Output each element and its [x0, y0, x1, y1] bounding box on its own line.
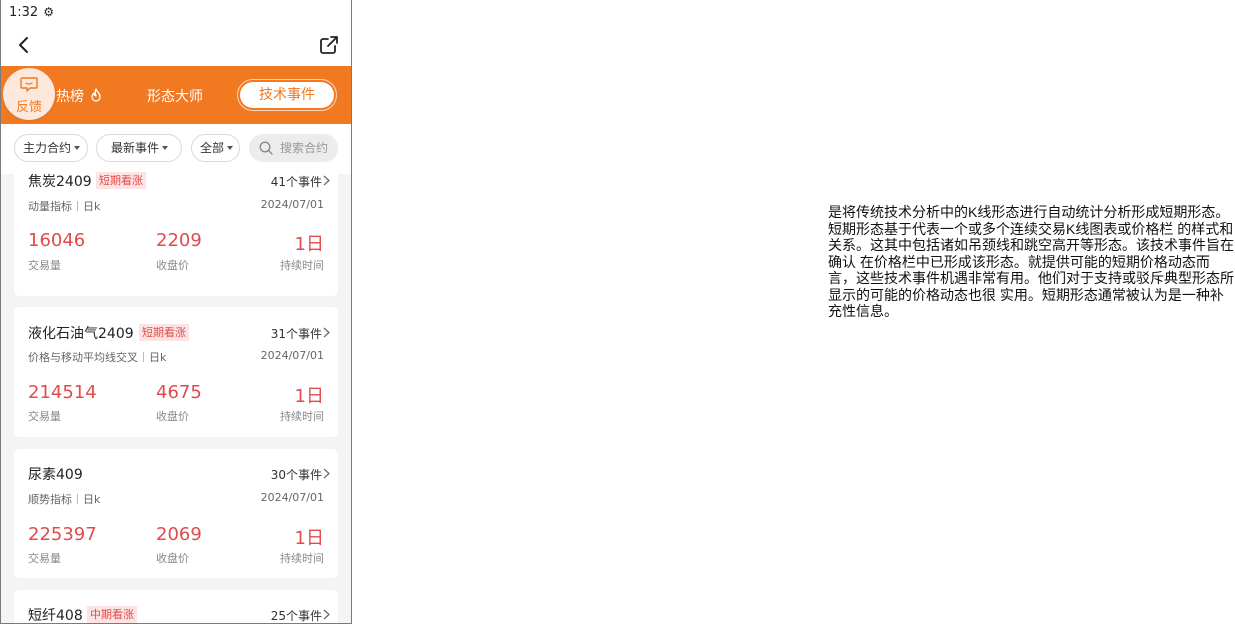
duration-value: 1日 [294, 386, 324, 407]
volume-value: 214514 [28, 382, 97, 403]
volume-value: 16046 [28, 230, 86, 251]
chat-icon [20, 77, 38, 92]
phone-screen: 1:32 ⚙ 热榜 形态大师 技术事件 反馈 主力合约 最新事件 全部 搜索合约… [0, 0, 352, 624]
main-contract-label: 主力合约 [23, 141, 72, 155]
indicator-name: 顺势指标 [28, 493, 72, 506]
volume-label: 交易量 [28, 259, 61, 272]
close-value: 2209 [156, 230, 202, 251]
contract-name: 尿素409 [28, 467, 83, 483]
indicator-name: 价格与移动平均线交叉 [28, 351, 138, 364]
search-placeholder: 搜索合约 [280, 141, 329, 155]
tab-hot-list[interactable]: 热榜 [56, 86, 102, 106]
indicator-info: 动量指标 日k [28, 198, 100, 214]
period: 日k [83, 200, 101, 213]
tab-shape-master[interactable]: 形态大师 [147, 86, 203, 106]
trend-tag: 短期看涨 [139, 324, 189, 341]
technical-event-description: 是将传统技术分析中的K线形态进行自动统计分析形成短期形态。短期形态基于代表一个或… [828, 204, 1234, 319]
share-icon[interactable] [319, 35, 339, 55]
tab-tech-events[interactable]: 技术事件 [240, 82, 334, 108]
event-card[interactable]: 短纤408 中期看涨 25个事件 [14, 590, 338, 624]
all-dropdown[interactable]: 全部 [191, 134, 240, 162]
contract-name: 短纤408 [28, 608, 83, 624]
back-arrow-icon[interactable] [15, 36, 33, 54]
trend-tag: 中期看涨 [87, 606, 137, 623]
feedback-button[interactable]: 反馈 [3, 68, 55, 120]
event-date: 2024/07/01 [260, 491, 324, 504]
event-date: 2024/07/01 [260, 349, 324, 362]
volume-label: 交易量 [28, 552, 61, 565]
event-count: 30个事件 [270, 468, 322, 482]
volume-value: 225397 [28, 524, 97, 545]
search-icon [259, 141, 273, 155]
fire-icon [91, 88, 102, 102]
status-time: 1:32 [9, 4, 39, 20]
chevron-right-icon [323, 175, 330, 186]
chevron-right-icon [323, 327, 330, 338]
feedback-label: 反馈 [15, 100, 42, 115]
caret-down-icon [162, 146, 169, 150]
duration-label: 持续时间 [280, 552, 324, 565]
tab-hot-label: 热榜 [56, 89, 84, 105]
close-label: 收盘价 [156, 552, 189, 565]
contract-name: 焦炭2409 [28, 174, 92, 190]
duration-label: 持续时间 [280, 259, 324, 272]
all-label: 全部 [200, 141, 225, 155]
volume-label: 交易量 [28, 410, 61, 423]
event-card[interactable]: 尿素409 30个事件 顺势指标 日k 2024/07/01 225397 206… [14, 449, 338, 578]
event-count: 25个事件 [270, 609, 322, 623]
search-input[interactable]: 搜索合约 [249, 134, 338, 162]
period: 日k [149, 351, 167, 364]
latest-events-label: 最新事件 [111, 141, 160, 155]
nav-bar [1, 24, 351, 66]
indicator-info: 价格与移动平均线交叉 日k [28, 349, 166, 365]
event-date: 2024/07/01 [260, 198, 324, 211]
close-label: 收盘价 [156, 259, 189, 272]
period: 日k [83, 493, 101, 506]
event-card[interactable]: 液化石油气2409 短期看涨 31个事件 价格与移动平均线交叉 日k 2024/0… [14, 307, 338, 437]
indicator-info: 顺势指标 日k [28, 491, 100, 507]
tab-tech-events-outline: 技术事件 [237, 79, 337, 111]
trend-tag: 短期看涨 [96, 172, 146, 189]
close-value: 2069 [156, 524, 202, 545]
event-count: 41个事件 [270, 175, 322, 189]
event-card[interactable]: 焦炭2409 短期看涨 41个事件 动量指标 日k 2024/07/01 1604… [14, 165, 338, 296]
close-value: 4675 [156, 382, 202, 403]
gear-icon: ⚙ [43, 5, 54, 19]
duration-value: 1日 [294, 528, 324, 549]
chevron-right-icon [323, 468, 330, 479]
close-label: 收盘价 [156, 410, 189, 423]
indicator-name: 动量指标 [28, 200, 72, 213]
event-count: 31个事件 [270, 327, 322, 341]
caret-down-icon [74, 146, 81, 150]
caret-down-icon [227, 146, 234, 150]
latest-events-dropdown[interactable]: 最新事件 [96, 134, 182, 162]
contract-name: 液化石油气2409 [28, 326, 134, 342]
status-bar: 1:32 ⚙ [1, 0, 351, 24]
main-contract-dropdown[interactable]: 主力合约 [14, 134, 88, 162]
duration-value: 1日 [294, 234, 324, 255]
duration-label: 持续时间 [280, 410, 324, 423]
chevron-right-icon [323, 609, 330, 620]
